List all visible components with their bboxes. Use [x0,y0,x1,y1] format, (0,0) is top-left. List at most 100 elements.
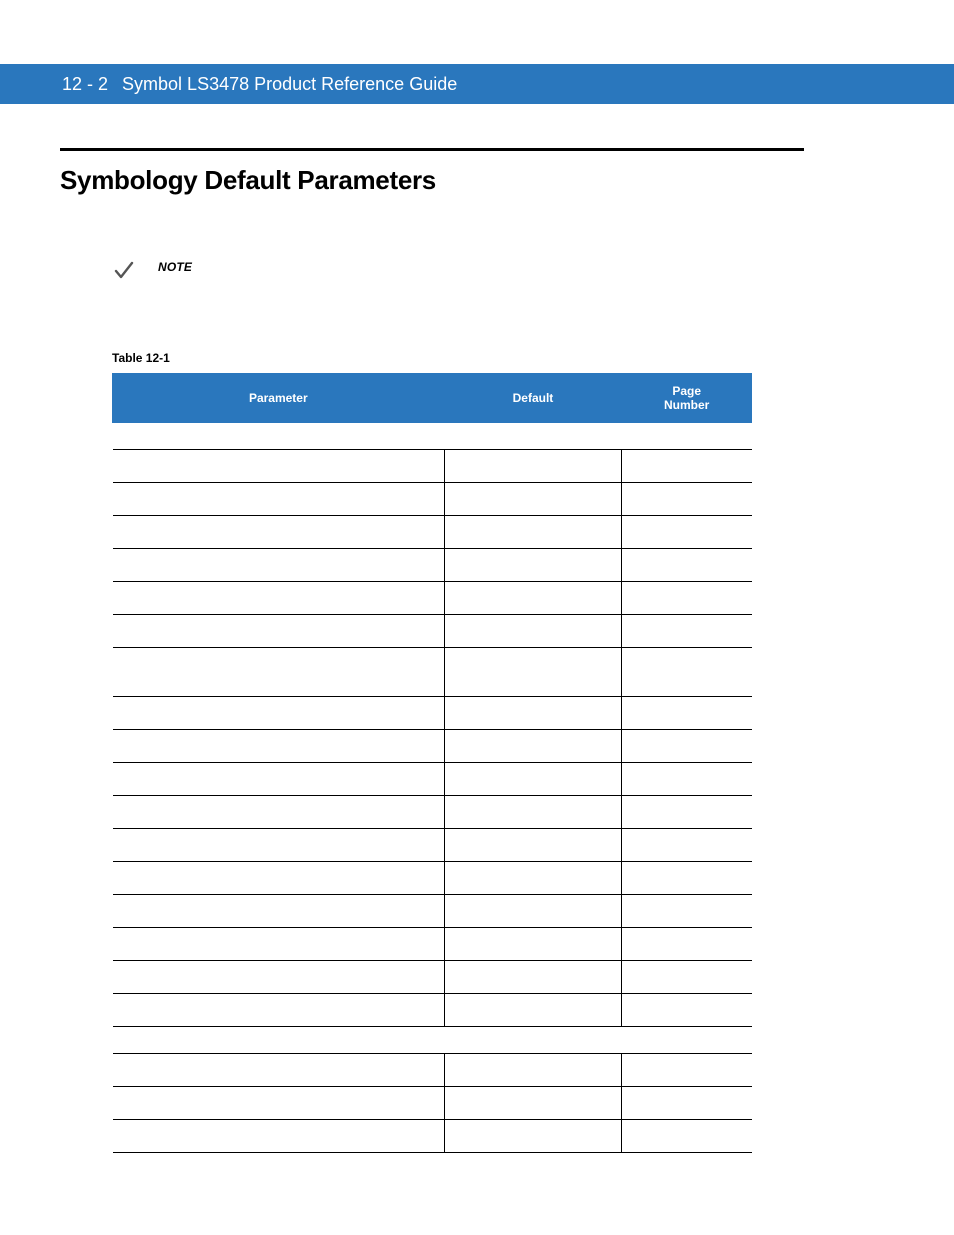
cell-page: 12-18 [622,928,752,961]
table-row: Transmit UPC-A Check DigitEnable12-13 [113,730,752,763]
content-area: Symbology Default Parameters NOTE Table … [60,148,804,1153]
cell-default: 7 [444,697,622,730]
cell-default: System Character [444,895,622,928]
col-header-page-line1: Page [672,384,701,398]
table-row: UCC/EAN-128Enable12-22 [113,1087,752,1120]
table-row: EAN-8/JAN 8Enable12-8 [113,549,752,582]
cell-default: Enable [444,582,622,615]
table-group-row: Code 128 [113,1027,752,1054]
section-title: Symbology Default Parameters [60,165,804,196]
table-row: UPC-AEnable12-6 [113,450,752,483]
cell-parameter: UPC-A [113,450,445,483]
cell-default: Disable [444,961,622,994]
cell-page: 12-8 [622,549,752,582]
cell-parameter: UPC-A Preamble [113,829,445,862]
header-bar: 12 - 2 Symbol LS3478 Product Reference G… [0,64,954,104]
header-page-number: 12 - 2 [62,74,108,95]
cell-page: 12-17 [622,895,752,928]
cell-page: 12-15 [622,829,752,862]
table-row: EAN-13/JAN 13Enable12-8 [113,582,752,615]
cell-default: Enable [444,763,622,796]
cell-parameter: EAN-8/JAN 8 [113,549,445,582]
cell-page: 12-22 [622,1087,752,1120]
cell-parameter: UPC/EAN/JAN Supplemental Redundancy [113,697,445,730]
table-row: Transmit UPC-E1 Check DigitEnable12-14 [113,796,752,829]
cell-page: 12-21 [622,1054,752,1087]
cell-parameter: UPC-E Preamble [113,862,445,895]
table-row: Convert UPC-E to ADisable12-18 [113,928,752,961]
parameter-table: Parameter Default Page Number UPC/EANUPC… [112,373,752,1153]
table-group-cell: Code 128 [113,1027,752,1054]
cell-page: 12-6 [622,483,752,516]
cell-page: 12-22 [622,1120,752,1153]
cell-default: Enable [444,450,622,483]
cell-page: 12-9 [622,615,752,648]
cell-page: 12-8 [622,582,752,615]
cell-parameter: Transmit UPC-E Check Digit [113,763,445,796]
col-header-parameter: Parameter [113,374,445,423]
cell-default: Disable [444,516,622,549]
table-row: Transmit UPC-E Check DigitEnable12-13 [113,763,752,796]
cell-parameter: Decode UPC/EAN/JAN Supplementals (2 and … [113,648,445,697]
col-header-default: Default [444,374,622,423]
note-label: NOTE [158,258,192,274]
cell-default: Enable [444,483,622,516]
cell-parameter: Bookland EAN [113,615,445,648]
table-row: UPC-EEnable12-6 [113,483,752,516]
cell-parameter: Transmit UPC-E1 Check Digit [113,796,445,829]
cell-default: Enable [444,1087,622,1120]
table-row: Bookland EANDisable12-9 [113,615,752,648]
cell-parameter: Convert UPC-E1 to A [113,961,445,994]
cell-parameter: ISBT 128 [113,1120,445,1153]
cell-parameter: UCC/EAN-128 [113,1087,445,1120]
cell-default: Enable [444,730,622,763]
cell-default: Enable [444,549,622,582]
cell-page: 12-19 [622,961,752,994]
cell-default: Disable [444,994,622,1027]
cell-page: 12-7 [622,516,752,549]
cell-parameter: Code 128 [113,1054,445,1087]
table-group-row: UPC/EAN [113,423,752,450]
cell-default: Ignore [444,648,622,697]
cell-parameter: Transmit UPC-A Check Digit [113,730,445,763]
cell-default: Disable [444,928,622,961]
table-row: Code 128Enable12-21 [113,1054,752,1087]
table-row: UPC-E1 PreambleSystem Character12-17 [113,895,752,928]
cell-page: 12-20 [622,994,752,1027]
cell-parameter: UPC-E1 [113,516,445,549]
table-group-cell: UPC/EAN [113,423,752,450]
header-doc-title: Symbol LS3478 Product Reference Guide [122,74,457,95]
table-row: EAN-8/JAN-8 ExtendDisable12-20 [113,994,752,1027]
table-row: ISBT 128Enable12-22 [113,1120,752,1153]
cell-page: 12-16 [622,862,752,895]
cell-default: Enable [444,796,622,829]
cell-default: Disable [444,615,622,648]
cell-default: Enable [444,1054,622,1087]
cell-parameter: Convert UPC-E to A [113,928,445,961]
cell-default: System Character [444,862,622,895]
col-header-page-number: Page Number [622,374,752,423]
table-header-row: Parameter Default Page Number [113,374,752,423]
cell-page: 12-13 [622,763,752,796]
section-rule [60,148,804,151]
cell-page: 12-12 [622,697,752,730]
cell-page: 12-10 [622,648,752,697]
checkmark-icon [112,258,136,287]
cell-parameter: EAN-8/JAN-8 Extend [113,994,445,1027]
table-row: UPC-E1Disable12-7 [113,516,752,549]
table-row: Convert UPC-E1 to ADisable12-19 [113,961,752,994]
cell-default: System Character [444,829,622,862]
table-row: Decode UPC/EAN/JAN Supplementals (2 and … [113,648,752,697]
table-row: UPC-E PreambleSystem Character12-16 [113,862,752,895]
cell-parameter: UPC-E [113,483,445,516]
col-header-page-line2: Number [664,398,709,412]
table-caption: Table 12-1 [112,351,804,365]
note-block: NOTE [112,258,804,287]
table-row: UPC/EAN/JAN Supplemental Redundancy712-1… [113,697,752,730]
cell-page: 12-14 [622,796,752,829]
cell-parameter: UPC-E1 Preamble [113,895,445,928]
page: 12 - 2 Symbol LS3478 Product Reference G… [0,0,954,1235]
cell-default: Enable [444,1120,622,1153]
cell-parameter: EAN-13/JAN 13 [113,582,445,615]
cell-page: 12-13 [622,730,752,763]
